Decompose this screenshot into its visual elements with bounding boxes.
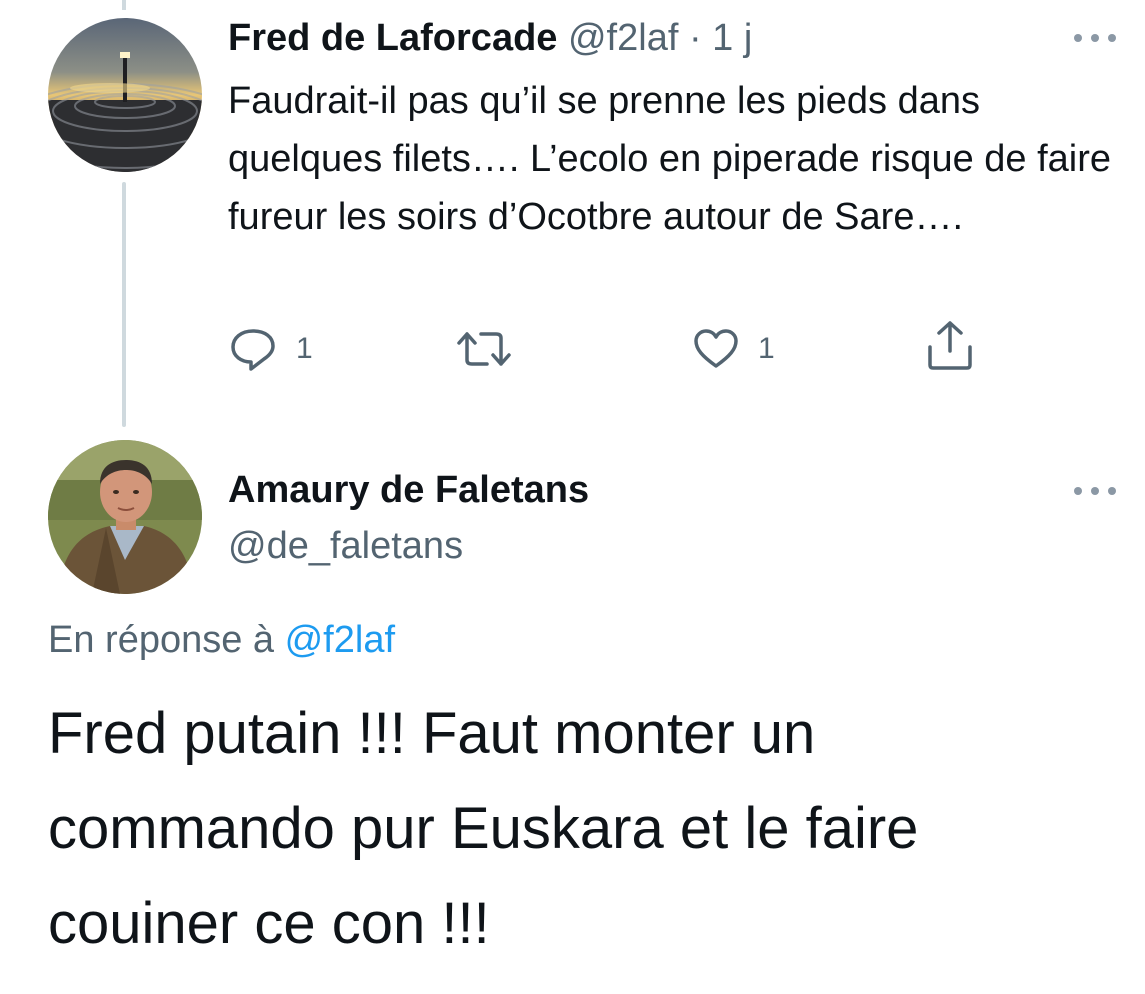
- tweet1-separator: ·: [678, 17, 713, 59]
- tweet2-text: Fred putain !!! Faut monter un commando …: [48, 701, 919, 956]
- tweet1-handle[interactable]: @f2laf: [568, 17, 678, 59]
- reply-to-line: En réponse à @f2laf: [48, 616, 395, 664]
- like-icon: [694, 329, 738, 368]
- tweet1-reply-button[interactable]: 1: [228, 326, 313, 372]
- more-icon: [1074, 34, 1116, 42]
- tweet1-header: Fred de Laforcade @f2laf · 1 j: [228, 14, 752, 62]
- share-icon: [928, 321, 972, 370]
- thread-line-top: [122, 0, 126, 10]
- tweet1-more-button[interactable]: [1072, 31, 1118, 45]
- tweet2-handle[interactable]: @de_faletans: [228, 522, 463, 570]
- man-portrait-avatar: [48, 440, 202, 594]
- tweet1-text: Faudrait-il pas qu’il se prenne les pied…: [228, 80, 1112, 238]
- tweet1-like-count: 1: [758, 332, 775, 365]
- tweet1-retweet-button[interactable]: [455, 326, 513, 372]
- solar-tower-avatar: [48, 18, 202, 172]
- tweet1-like-button[interactable]: 1: [692, 326, 775, 372]
- tweet2-more-button[interactable]: [1072, 484, 1118, 498]
- avatar-fred[interactable]: [48, 18, 202, 172]
- tweet1-reply-count: 1: [296, 332, 313, 365]
- tweet1-author-name[interactable]: Fred de Laforcade: [228, 17, 557, 59]
- tweet1-time[interactable]: 1 j: [712, 17, 752, 59]
- reply-to-handle-link[interactable]: @f2laf: [285, 619, 395, 661]
- retweet-icon: [457, 332, 511, 366]
- thread-line: [122, 182, 126, 427]
- tweet1-share-button[interactable]: [925, 321, 975, 370]
- avatar-amaury[interactable]: [48, 440, 202, 594]
- tweet2-author-name[interactable]: Amaury de Faletans: [228, 466, 589, 514]
- more-icon: [1074, 487, 1116, 495]
- reply-icon: [231, 329, 275, 371]
- reply-to-prefix: En réponse à: [48, 619, 285, 661]
